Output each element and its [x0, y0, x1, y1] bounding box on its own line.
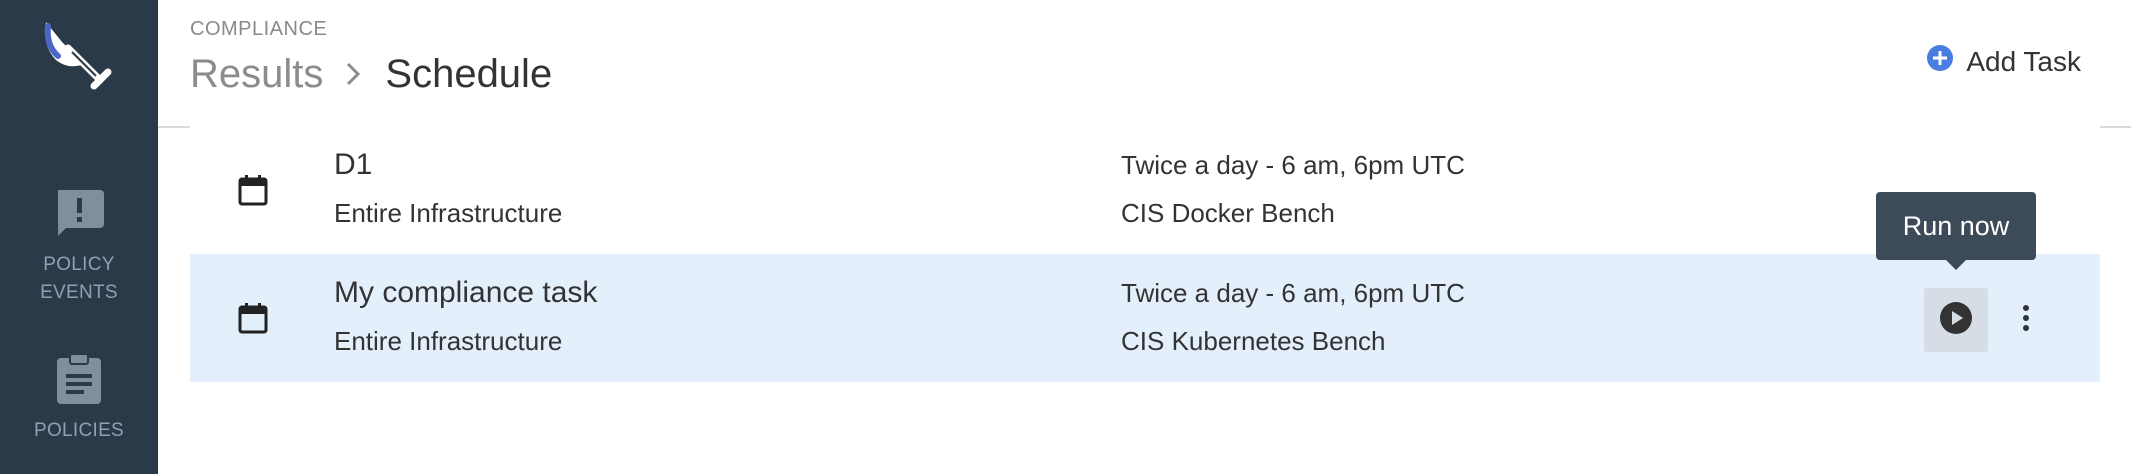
task-name: D1: [334, 148, 373, 181]
task-schedule: Twice a day - 6 am, 6pm UTC: [1121, 150, 1465, 180]
more-options-button[interactable]: [2006, 290, 2046, 350]
calendar-icon: [238, 174, 268, 211]
sidebar-item-policy-events[interactable]: POLICY EVENTS: [0, 186, 158, 307]
page-title: Schedule: [385, 52, 553, 96]
alert-message-icon: [0, 186, 158, 245]
task-scope: Entire Infrastructure: [334, 326, 563, 356]
task-benchmark: CIS Kubernetes Bench: [1121, 326, 1386, 356]
task-scope: Entire Infrastructure: [334, 198, 563, 228]
task-schedule: Twice a day - 6 am, 6pm UTC: [1121, 278, 1465, 308]
breadcrumb: Results Schedule: [190, 52, 552, 97]
task-row[interactable]: D1 Entire Infrastructure Twice a day - 6…: [190, 126, 2100, 254]
add-task-label: Add Task: [1966, 45, 2081, 77]
sidebar-item-policies[interactable]: POLICIES: [0, 352, 158, 445]
sidebar-item-label: POLICY EVENTS: [40, 254, 118, 303]
chevron-right-icon: [345, 52, 361, 97]
sidebar: POLICY EVENTS POLICIES: [0, 0, 158, 474]
play-circle-icon: [1939, 301, 1973, 340]
task-row[interactable]: My compliance task Entire Infrastructure…: [190, 254, 2100, 382]
add-circle-icon: [1926, 44, 1954, 79]
run-now-button[interactable]: [1924, 288, 1988, 352]
clipboard-icon: [0, 352, 158, 411]
page-header: COMPLIANCE Results Schedule Add Task: [158, 0, 2131, 128]
add-task-button[interactable]: Add Task: [1926, 44, 2081, 79]
section-label: COMPLIANCE: [190, 18, 328, 40]
task-benchmark: CIS Docker Bench: [1121, 198, 1335, 228]
sidebar-item-label: POLICIES: [33, 420, 125, 441]
run-now-tooltip: Run now: [1876, 192, 2036, 270]
calendar-icon: [238, 302, 268, 339]
more-vertical-icon: [2022, 304, 2030, 336]
shovel-logo[interactable]: [38, 16, 118, 96]
task-name: My compliance task: [334, 276, 598, 309]
breadcrumb-results-link[interactable]: Results: [190, 52, 323, 97]
